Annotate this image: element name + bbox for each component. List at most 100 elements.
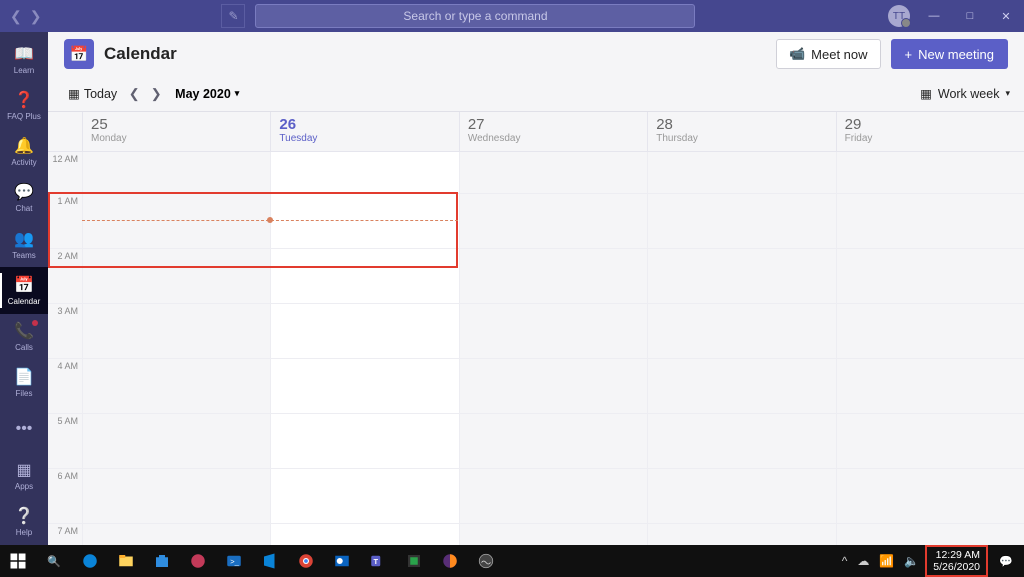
teams-icon: 👥: [14, 229, 34, 249]
rail-teams[interactable]: 👥Teams: [0, 221, 48, 267]
taskbar-explorer[interactable]: [108, 545, 144, 577]
titlebar: ❮ ❯ ✎ Search or type a command TT ― □ ✕: [0, 0, 1024, 32]
forward-icon[interactable]: ❯: [30, 8, 42, 25]
day-header-today[interactable]: 26 Tuesday: [270, 112, 458, 151]
app-rail: 📖Learn ❓FAQ Plus 🔔Activity 💬Chat 👥Teams …: [0, 32, 48, 545]
calendar-grid[interactable]: 12 AM 1 AM 2 AM 3 AM 4 AM: [48, 152, 1024, 545]
windows-taskbar: 🔍 >_ T ^ ☁ 📶 🔈 12:29 AM 5/26/2020 💬: [0, 545, 1024, 577]
hour-row[interactable]: 4 AM: [48, 359, 1024, 414]
calendar-hero-icon: 📅: [64, 39, 94, 69]
system-tray[interactable]: ^ ☁ 📶 🔈: [836, 554, 926, 568]
tray-chevron-icon[interactable]: ^: [842, 554, 848, 568]
apps-icon: ▦: [16, 460, 31, 480]
view-icon: ▦: [920, 86, 932, 101]
back-icon[interactable]: ❮: [10, 8, 22, 25]
search-placeholder: Search or type a command: [403, 9, 547, 23]
hour-row[interactable]: 12 AM: [48, 152, 1024, 194]
hour-row[interactable]: 7 AM: [48, 524, 1024, 545]
new-meeting-button[interactable]: + New meeting: [891, 39, 1008, 69]
tray-network-icon[interactable]: 📶: [879, 554, 894, 568]
bell-icon: 🔔: [14, 136, 34, 156]
page-title: Calendar: [104, 44, 177, 64]
chevron-down-icon: ▾: [1005, 88, 1010, 99]
more-icon: •••: [16, 420, 33, 438]
page-header: 📅 Calendar 📹 Meet now + New meeting: [48, 32, 1024, 76]
taskbar-teams[interactable]: T: [360, 545, 396, 577]
calendar-toolbar: ▦ Today ❮ ❯ May 2020 ▾ ▦ Work week ▾: [48, 76, 1024, 112]
taskbar-search[interactable]: 🔍: [36, 545, 72, 577]
hour-label: 5 AM: [48, 414, 82, 468]
compose-icon[interactable]: ✎: [221, 4, 245, 28]
meet-now-button[interactable]: 📹 Meet now: [776, 39, 881, 69]
hour-label: 6 AM: [48, 469, 82, 523]
taskbar-edge[interactable]: [72, 545, 108, 577]
rail-calls[interactable]: 📞Calls: [0, 314, 48, 360]
hour-label: 4 AM: [48, 359, 82, 413]
calendar-icon: 📅: [14, 275, 34, 295]
hour-row[interactable]: 6 AM: [48, 469, 1024, 524]
view-picker[interactable]: ▦ Work week ▾: [920, 86, 1010, 101]
avatar[interactable]: TT: [888, 5, 910, 27]
rail-more[interactable]: •••: [0, 406, 48, 452]
chat-icon: 💬: [14, 182, 34, 202]
minimize-button[interactable]: ―: [916, 0, 952, 32]
help-icon: ❔: [14, 506, 34, 526]
hour-row[interactable]: 1 AM: [48, 194, 1024, 249]
hour-row[interactable]: 5 AM: [48, 414, 1024, 469]
rail-learn[interactable]: 📖Learn: [0, 36, 48, 82]
start-button[interactable]: [0, 545, 36, 577]
video-icon: 📹: [789, 46, 805, 62]
faq-icon: ❓: [14, 90, 34, 110]
day-header[interactable]: 25 Monday: [82, 112, 270, 151]
rail-activity[interactable]: 🔔Activity: [0, 129, 48, 175]
hour-row[interactable]: 2 AM: [48, 249, 1024, 304]
nav-back-forward: ❮ ❯: [0, 8, 41, 25]
day-header[interactable]: 29 Friday: [836, 112, 1024, 151]
rail-help[interactable]: ❔Help: [0, 499, 48, 545]
tray-volume-icon[interactable]: 🔈: [904, 554, 919, 568]
rail-faqplus[interactable]: ❓FAQ Plus: [0, 82, 48, 128]
plus-icon: +: [905, 47, 913, 62]
today-button[interactable]: ▦ Today: [62, 82, 123, 105]
main-area: 📅 Calendar 📹 Meet now + New meeting ▦ To…: [48, 32, 1024, 545]
taskbar-clock[interactable]: 12:29 AM 5/26/2020: [925, 545, 988, 577]
rail-calendar[interactable]: 📅Calendar: [0, 267, 48, 313]
action-center-button[interactable]: 💬: [988, 545, 1024, 577]
taskbar-store[interactable]: [144, 545, 180, 577]
hour-label: 7 AM: [48, 524, 82, 545]
taskbar-chrome[interactable]: [288, 545, 324, 577]
search-input[interactable]: Search or type a command: [255, 4, 695, 28]
hour-label: 3 AM: [48, 304, 82, 358]
tray-onedrive-icon[interactable]: ☁: [857, 554, 869, 568]
month-picker[interactable]: May 2020 ▾: [175, 87, 239, 101]
hour-row[interactable]: 3 AM: [48, 304, 1024, 359]
maximize-button[interactable]: □: [952, 0, 988, 32]
current-time-dot: [267, 217, 273, 223]
day-header-row: 25 Monday 26 Tuesday 27 Wednesday 28 Thu…: [48, 112, 1024, 152]
day-header[interactable]: 27 Wednesday: [459, 112, 647, 151]
taskbar-app-3[interactable]: [468, 545, 504, 577]
chevron-down-icon: ▾: [235, 88, 240, 99]
rail-files[interactable]: 📄Files: [0, 360, 48, 406]
svg-text:T: T: [374, 557, 379, 566]
learn-icon: 📖: [14, 44, 34, 64]
taskbar-outlook[interactable]: [324, 545, 360, 577]
next-button[interactable]: ❯: [145, 86, 167, 102]
files-icon: 📄: [14, 367, 34, 387]
hour-label: 1 AM: [48, 194, 82, 248]
hour-label: 12 AM: [48, 152, 82, 193]
today-icon: ▦: [68, 86, 80, 101]
rail-chat[interactable]: 💬Chat: [0, 175, 48, 221]
svg-text:>_: >_: [230, 557, 239, 566]
close-button[interactable]: ✕: [988, 0, 1024, 32]
taskbar-firefox[interactable]: [432, 545, 468, 577]
taskbar-powershell[interactable]: >_: [216, 545, 252, 577]
prev-button[interactable]: ❮: [123, 86, 145, 102]
rail-apps[interactable]: ▦Apps: [0, 452, 48, 498]
day-header[interactable]: 28 Thursday: [647, 112, 835, 151]
hour-label: 2 AM: [48, 249, 82, 303]
phone-icon: 📞: [14, 321, 34, 341]
taskbar-vscode[interactable]: [252, 545, 288, 577]
taskbar-app-2[interactable]: [396, 545, 432, 577]
taskbar-app-1[interactable]: [180, 545, 216, 577]
